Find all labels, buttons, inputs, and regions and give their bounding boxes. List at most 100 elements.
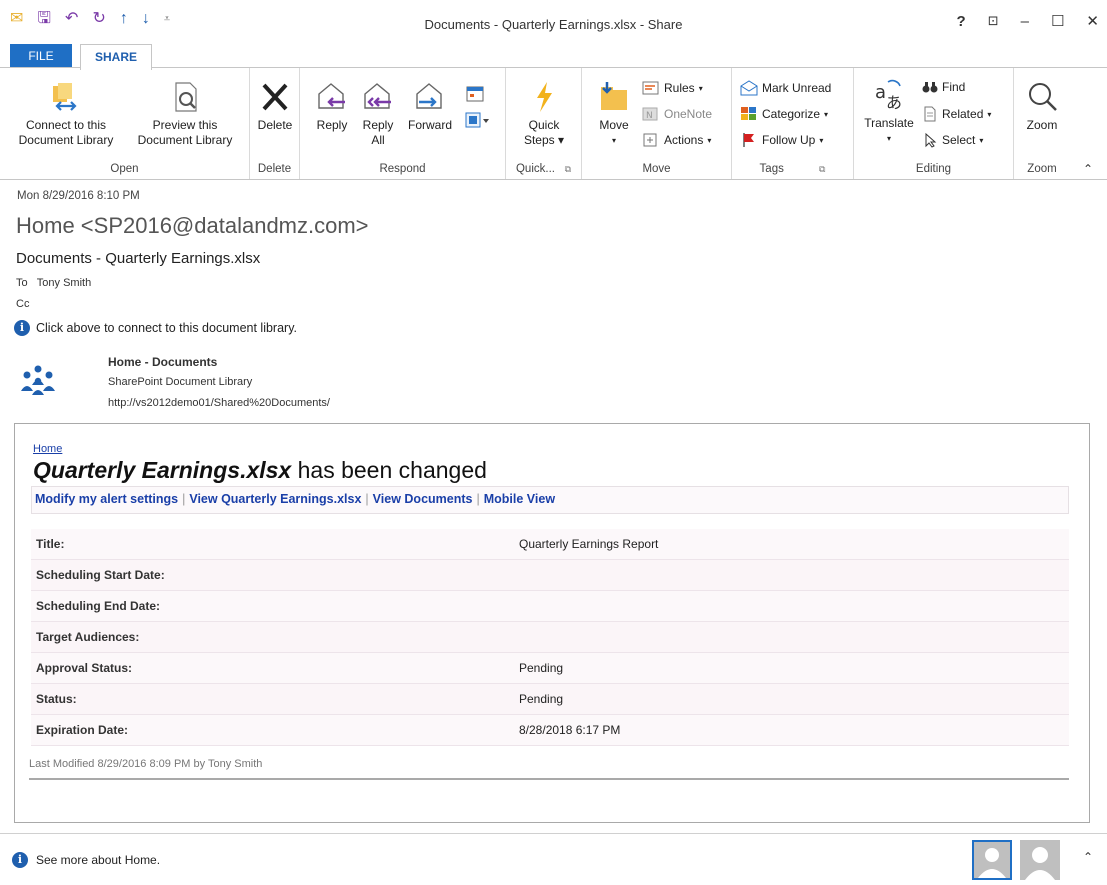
see-more-text: See more about Home. — [36, 853, 161, 867]
group-respond: Reply Reply All Forward Respond — [300, 68, 506, 179]
modify-alert-link[interactable]: Modify my alert settings — [35, 492, 178, 506]
mark-unread-button[interactable]: Mark Unread — [740, 80, 831, 96]
alert-title: Quarterly Earnings.xlsx has been changed — [33, 457, 487, 484]
categorize-label: Categorize — [762, 107, 821, 121]
collapse-ribbon-icon[interactable]: ⌃ — [1083, 162, 1093, 176]
reply-all-label-2: All — [371, 133, 385, 147]
group-label-respond: Respond — [379, 163, 426, 175]
view-file-link[interactable]: View Quarterly Earnings.xlsx — [189, 492, 361, 506]
group-label-editing: Editing — [915, 163, 952, 175]
dialog-launcher-icon[interactable]: ⧉ — [565, 164, 571, 174]
svg-text:a: a — [875, 82, 886, 103]
find-button[interactable]: Find — [922, 80, 965, 94]
more-respond-button[interactable] — [462, 110, 492, 134]
actions-button[interactable]: Actions ▾ — [642, 132, 711, 148]
meeting-button[interactable] — [462, 84, 488, 108]
group-editing: a あ Translate ▾ Find Related ▾ Select ▾ Ed… — [854, 68, 1014, 179]
table-row: Status: Pending — [31, 684, 1069, 715]
delete-button[interactable]: Delete — [252, 80, 298, 133]
tags-dialog-launcher-icon[interactable]: ⧉ — [819, 164, 825, 174]
people-icon — [21, 365, 55, 395]
see-more-row[interactable]: i See more about Home. — [12, 852, 160, 868]
cursor-icon — [925, 132, 937, 148]
message-from[interactable]: Home <SP2016@datalandmz.com> — [16, 213, 369, 239]
connect-library-button[interactable]: Connect to this Document Library — [6, 80, 126, 148]
translate-dropdown-icon[interactable]: ▾ — [858, 131, 920, 146]
categorize-button[interactable]: Categorize ▾ — [740, 106, 828, 122]
reply-button[interactable]: Reply — [310, 80, 354, 133]
table-row: Scheduling Start Date: — [31, 560, 1069, 591]
move-folder-icon — [601, 82, 627, 110]
close-icon[interactable]: ✕ — [1086, 12, 1099, 30]
table-row: Expiration Date: 8/28/2018 6:17 PM — [31, 715, 1069, 746]
move-dropdown-icon[interactable]: ▾ — [592, 133, 636, 148]
home-link[interactable]: Home — [33, 443, 62, 455]
follow-up-button[interactable]: Follow Up ▾ — [740, 132, 823, 148]
property-value: Pending — [519, 661, 564, 675]
group-tags: Mark Unread Categorize ▾ Follow Up ▾ Tags … — [732, 68, 854, 179]
group-label-tags: Tags ⧉ — [759, 163, 826, 175]
to-label: To — [16, 277, 28, 289]
person-icon — [978, 848, 1006, 878]
zoom-button[interactable]: Zoom — [1018, 80, 1066, 133]
svg-text:あ: あ — [886, 93, 902, 112]
mark-unread-label: Mark Unread — [762, 81, 832, 95]
help-icon[interactable]: ? — [957, 13, 966, 30]
info-bar[interactable]: i Click above to connect to this documen… — [14, 320, 297, 336]
info-icon: i — [12, 852, 28, 868]
reply-all-label-1: Reply — [362, 118, 394, 132]
rules-icon — [642, 81, 659, 95]
quick-steps-button[interactable]: Quick Steps ▾ — [510, 80, 578, 148]
minimize-icon[interactable]: – — [1021, 13, 1029, 30]
svg-text:N: N — [646, 111, 653, 121]
quick-label-1: Quick — [528, 118, 560, 132]
group-delete: Delete Delete — [250, 68, 300, 179]
alert-links-bar: Modify my alert settings | View Quarterly … — [31, 486, 1069, 514]
maximize-icon[interactable]: ☐ — [1051, 12, 1064, 30]
quick-label-2: Steps ▾ — [523, 133, 565, 147]
select-button[interactable]: Select ▾ — [922, 132, 983, 148]
tab-file[interactable]: FILE — [10, 44, 72, 68]
onenote-icon: N — [642, 107, 658, 121]
library-type: SharePoint Document Library — [108, 376, 253, 388]
table-row: Scheduling End Date: — [31, 591, 1069, 622]
to-row: To Tony Smith — [16, 277, 91, 289]
view-documents-link[interactable]: View Documents — [373, 492, 473, 506]
binoculars-icon — [922, 82, 938, 93]
find-label: Find — [942, 80, 966, 94]
magnifier-icon — [1029, 83, 1057, 111]
ribbon-display-icon[interactable]: ⊡ — [988, 13, 999, 29]
related-label: Related — [942, 107, 984, 121]
alert-title-rest: has been changed — [291, 457, 487, 483]
avatar[interactable] — [1020, 840, 1060, 880]
group-open: Connect to this Document Library Preview… — [0, 68, 250, 179]
translate-icon: a あ — [875, 79, 902, 112]
property-name: Approval Status: — [36, 661, 133, 675]
flag-icon — [743, 133, 754, 147]
zoom-label: Zoom — [1026, 118, 1058, 132]
related-icon — [924, 106, 936, 122]
preview-library-button[interactable]: Preview this Document Library — [126, 80, 244, 148]
cc-label: Cc — [16, 298, 30, 310]
forward-button[interactable]: Forward — [402, 80, 458, 133]
property-name: Expiration Date: — [36, 723, 129, 737]
group-label-open: Open — [110, 163, 139, 175]
property-name: Scheduling Start Date: — [36, 568, 165, 582]
table-row: Target Audiences: — [31, 622, 1069, 653]
rules-label: Rules — [664, 81, 695, 95]
group-zoom: Zoom Zoom — [1014, 68, 1070, 179]
ribbon-tabs: FILE SHARE — [0, 40, 1107, 70]
select-label: Select — [942, 133, 976, 147]
reply-all-button[interactable]: Reply All — [356, 80, 400, 148]
message-body: Home Quarterly Earnings.xlsx has been ch… — [14, 423, 1090, 823]
expand-people-pane-icon[interactable]: ⌃ — [1083, 850, 1093, 864]
related-button[interactable]: Related ▾ — [922, 106, 991, 122]
move-button[interactable]: Move ▾ — [592, 80, 636, 148]
tab-share[interactable]: SHARE — [80, 44, 152, 70]
translate-button[interactable]: a あ Translate ▾ — [858, 78, 920, 146]
avatar[interactable] — [972, 840, 1012, 880]
onenote-button[interactable]: N OneNote — [642, 106, 712, 122]
to-recipient[interactable]: Tony Smith — [37, 277, 91, 289]
rules-button[interactable]: Rules ▾ — [642, 80, 703, 96]
mobile-view-link[interactable]: Mobile View — [484, 492, 555, 506]
